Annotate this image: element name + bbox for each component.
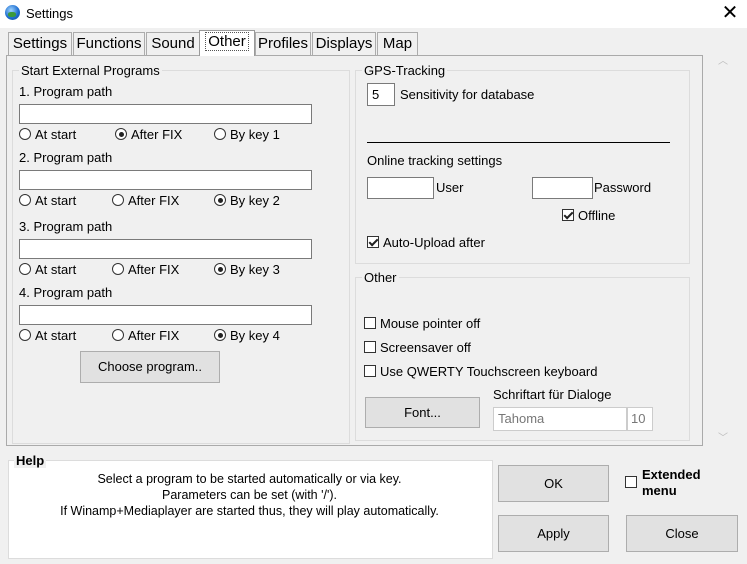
auto-upload-label: Auto-Upload after bbox=[383, 235, 485, 250]
qwerty-keyboard-label: Use QWERTY Touchscreen keyboard bbox=[380, 364, 598, 379]
scroll-down-icon[interactable]: ﹀ bbox=[708, 432, 738, 448]
ok-button[interactable]: OK bbox=[498, 465, 609, 502]
sensitivity-label: Sensitivity for database bbox=[400, 87, 535, 102]
screensaver-label: Screensaver off bbox=[380, 340, 471, 355]
scroll-up-icon[interactable]: ︿ bbox=[708, 55, 738, 71]
gps-tracking-title: GPS-Tracking bbox=[362, 63, 448, 78]
screensaver-checkbox[interactable] bbox=[364, 341, 376, 353]
help-title: Help bbox=[14, 453, 47, 468]
program-2-after-fix-radio[interactable] bbox=[112, 194, 124, 206]
globe-icon bbox=[5, 5, 20, 20]
program-4-label: 4. Program path bbox=[19, 285, 113, 300]
extended-menu-checkbox[interactable] bbox=[625, 476, 637, 488]
program-1-at-start-radio[interactable] bbox=[19, 128, 31, 140]
program-4-at-start-radio[interactable] bbox=[19, 329, 31, 341]
extended-menu-line1: Extended bbox=[642, 467, 701, 482]
close-icon[interactable]: ✕ bbox=[718, 1, 742, 25]
program-2-at-start-radio[interactable] bbox=[19, 194, 31, 206]
external-programs-title: Start External Programs bbox=[19, 63, 162, 78]
apply-button[interactable]: Apply bbox=[498, 515, 609, 552]
dialog-font-label: Schriftart für Dialoge bbox=[493, 387, 612, 402]
other-group-title: Other bbox=[362, 270, 399, 285]
program-3-at-start-label: At start bbox=[35, 262, 77, 277]
program-2-path-input[interactable] bbox=[19, 170, 312, 190]
program-1-by-key-label: By key 1 bbox=[230, 127, 280, 142]
program-2-label: 2. Program path bbox=[19, 150, 113, 165]
password-label: Password bbox=[594, 180, 652, 195]
extended-menu-line2: menu bbox=[642, 483, 677, 498]
qwerty-keyboard-checkbox[interactable] bbox=[364, 365, 376, 377]
user-label: User bbox=[436, 180, 464, 195]
program-4-after-fix-label: After FIX bbox=[128, 328, 180, 343]
auto-upload-checkbox[interactable] bbox=[367, 236, 379, 248]
font-button[interactable]: Font... bbox=[365, 397, 480, 428]
help-line: If Winamp+Mediaplayer are started thus, … bbox=[60, 504, 439, 518]
help-text: Select a program to be started automatic… bbox=[8, 471, 491, 519]
tab-functions[interactable]: Functions bbox=[73, 32, 145, 56]
password-input[interactable] bbox=[532, 177, 593, 199]
program-4-after-fix-radio[interactable] bbox=[112, 329, 124, 341]
tab-sound[interactable]: Sound bbox=[146, 32, 200, 56]
choose-program-button[interactable]: Choose program.. bbox=[80, 351, 220, 383]
divider bbox=[367, 142, 670, 143]
tab-other[interactable]: Other bbox=[199, 30, 255, 56]
user-input[interactable] bbox=[367, 177, 434, 199]
program-2-after-fix-label: After FIX bbox=[128, 193, 180, 208]
tab-profiles[interactable]: Profiles bbox=[255, 32, 311, 56]
program-3-after-fix-label: After FIX bbox=[128, 262, 180, 277]
offline-label: Offline bbox=[578, 208, 616, 223]
program-2-by-key-radio[interactable] bbox=[214, 194, 226, 206]
tab-displays[interactable]: Displays bbox=[312, 32, 376, 56]
help-line: Parameters can be set (with '/'). bbox=[162, 488, 337, 502]
font-size-field: 10 bbox=[627, 407, 653, 431]
help-line: Select a program to be started automatic… bbox=[97, 472, 402, 486]
sensitivity-input[interactable]: 5 bbox=[367, 83, 395, 106]
program-3-path-input[interactable] bbox=[19, 239, 312, 259]
extended-menu-label: Extended menu bbox=[642, 467, 701, 499]
program-4-by-key-label: By key 4 bbox=[230, 328, 280, 343]
program-3-after-fix-radio[interactable] bbox=[112, 263, 124, 275]
program-4-at-start-label: At start bbox=[35, 328, 77, 343]
mouse-pointer-checkbox[interactable] bbox=[364, 317, 376, 329]
program-3-by-key-radio[interactable] bbox=[214, 263, 226, 275]
program-3-by-key-label: By key 3 bbox=[230, 262, 280, 277]
program-1-by-key-radio[interactable] bbox=[214, 128, 226, 140]
title-bar bbox=[0, 0, 747, 28]
program-1-after-fix-label: After FIX bbox=[131, 127, 183, 142]
program-4-path-input[interactable] bbox=[19, 305, 312, 325]
window-title: Settings bbox=[26, 6, 73, 21]
tab-map[interactable]: Map bbox=[377, 32, 418, 56]
tab-settings[interactable]: Settings bbox=[8, 32, 72, 56]
font-name-field: Tahoma bbox=[493, 407, 627, 431]
program-3-at-start-radio[interactable] bbox=[19, 263, 31, 275]
program-1-at-start-label: At start bbox=[35, 127, 77, 142]
mouse-pointer-label: Mouse pointer off bbox=[380, 316, 481, 331]
program-2-at-start-label: At start bbox=[35, 193, 77, 208]
program-1-label: 1. Program path bbox=[19, 84, 113, 99]
program-1-path-input[interactable] bbox=[19, 104, 312, 124]
offline-checkbox[interactable] bbox=[562, 209, 574, 221]
program-3-label: 3. Program path bbox=[19, 219, 113, 234]
program-1-after-fix-radio[interactable] bbox=[115, 128, 127, 140]
program-4-by-key-radio[interactable] bbox=[214, 329, 226, 341]
online-tracking-title: Online tracking settings bbox=[367, 153, 503, 168]
close-button[interactable]: Close bbox=[626, 515, 738, 552]
program-2-by-key-label: By key 2 bbox=[230, 193, 280, 208]
